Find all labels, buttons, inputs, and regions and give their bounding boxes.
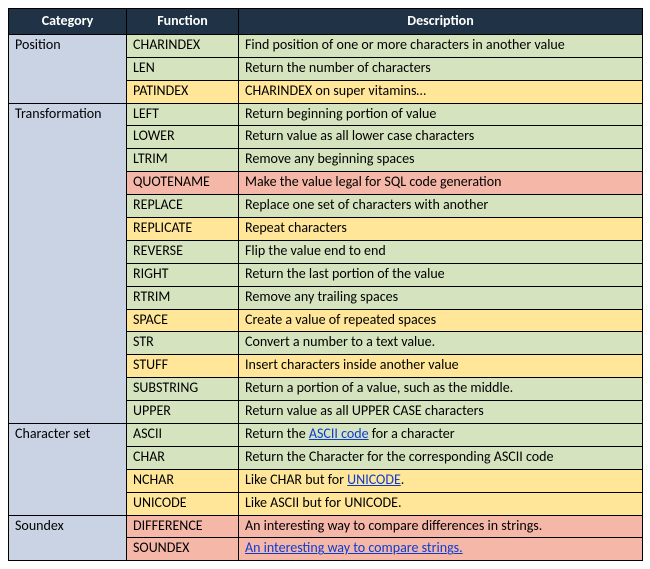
function-cell: DIFFERENCE: [127, 515, 239, 538]
function-cell: CHARINDEX: [127, 34, 239, 57]
function-cell: NCHAR: [127, 469, 239, 492]
function-cell: QUOTENAME: [127, 172, 239, 195]
function-cell: UPPER: [127, 401, 239, 424]
function-cell: RTRIM: [127, 286, 239, 309]
header-category: Category: [9, 9, 127, 35]
category-cell: Transformation: [9, 103, 127, 423]
string-functions-table: Category Function Description PositionCH…: [8, 8, 643, 561]
function-cell: REPLACE: [127, 195, 239, 218]
function-cell: STR: [127, 332, 239, 355]
description-cell: Return the ASCII code for a character: [239, 424, 643, 447]
description-link[interactable]: ASCII code: [309, 425, 369, 442]
description-cell: Return value as all UPPER CASE character…: [239, 401, 643, 424]
function-cell: LOWER: [127, 126, 239, 149]
function-cell: UNICODE: [127, 492, 239, 515]
function-cell: REPLICATE: [127, 218, 239, 241]
description-cell: Return beginning portion of value: [239, 103, 643, 126]
function-cell: SPACE: [127, 309, 239, 332]
function-cell: REVERSE: [127, 240, 239, 263]
description-cell: Create a value of repeated spaces: [239, 309, 643, 332]
function-cell: PATINDEX: [127, 80, 239, 103]
function-cell: ASCII: [127, 424, 239, 447]
description-cell: Like ASCII but for UNICODE.: [239, 492, 643, 515]
description-cell: Flip the value end to end: [239, 240, 643, 263]
description-cell: Return a portion of a value, such as the…: [239, 378, 643, 401]
category-cell: Soundex: [9, 515, 127, 561]
function-cell: LEN: [127, 57, 239, 80]
description-cell: Return the number of characters: [239, 57, 643, 80]
category-cell: Position: [9, 34, 127, 103]
description-cell: Remove any trailing spaces: [239, 286, 643, 309]
function-cell: CHAR: [127, 446, 239, 469]
function-cell: LTRIM: [127, 149, 239, 172]
table-row: Character setASCIIReturn the ASCII code …: [9, 424, 643, 447]
table-row: PositionCHARINDEXFind position of one or…: [9, 34, 643, 57]
header-function: Function: [127, 9, 239, 35]
description-cell: Replace one set of characters with anoth…: [239, 195, 643, 218]
category-cell: Character set: [9, 424, 127, 516]
description-link[interactable]: An interesting way to compare strings.: [245, 539, 463, 556]
description-cell: Insert characters inside another value: [239, 355, 643, 378]
function-cell: RIGHT: [127, 263, 239, 286]
table-row: SoundexDIFFERENCEAn interesting way to c…: [9, 515, 643, 538]
function-cell: SUBSTRING: [127, 378, 239, 401]
description-cell: Repeat characters: [239, 218, 643, 241]
function-cell: LEFT: [127, 103, 239, 126]
description-cell: Return the Character for the correspondi…: [239, 446, 643, 469]
description-cell: Find position of one or more characters …: [239, 34, 643, 57]
description-cell: CHARINDEX on super vitamins…: [239, 80, 643, 103]
description-cell: An interesting way to compare difference…: [239, 515, 643, 538]
description-cell: Like CHAR but for UNICODE.: [239, 469, 643, 492]
function-cell: SOUNDEX: [127, 538, 239, 561]
table-row: TransformationLEFTReturn beginning porti…: [9, 103, 643, 126]
description-link[interactable]: UNICODE: [347, 471, 401, 488]
function-cell: STUFF: [127, 355, 239, 378]
description-cell: Make the value legal for SQL code genera…: [239, 172, 643, 195]
description-cell: An interesting way to compare strings.: [239, 538, 643, 561]
table-header-row: Category Function Description: [9, 9, 643, 35]
description-cell: Remove any beginning spaces: [239, 149, 643, 172]
description-cell: Convert a number to a text value.: [239, 332, 643, 355]
description-cell: Return the last portion of the value: [239, 263, 643, 286]
description-cell: Return value as all lower case character…: [239, 126, 643, 149]
header-description: Description: [239, 9, 643, 35]
